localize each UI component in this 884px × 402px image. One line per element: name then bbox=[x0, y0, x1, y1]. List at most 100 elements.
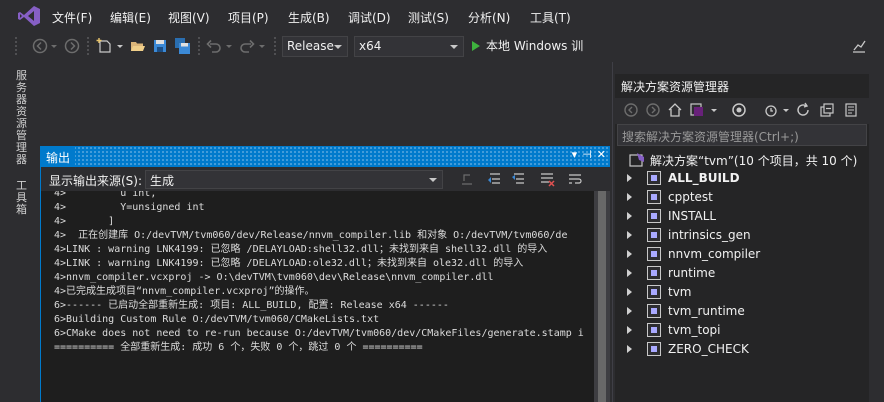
expand-arrow-icon[interactable] bbox=[627, 231, 632, 239]
menu-edit[interactable]: 编辑(E) bbox=[110, 9, 151, 26]
solution-label: 解决方案“tvm”(10 个项目，共 10 个) bbox=[650, 154, 858, 168]
run-label: 本地 Windows 训 bbox=[486, 39, 584, 53]
project-icon bbox=[647, 342, 661, 356]
project-node-cpptest[interactable]: cpptest bbox=[615, 188, 869, 207]
project-node-install[interactable]: INSTALL bbox=[615, 207, 869, 226]
solution-explorer-search-input[interactable]: 搜索解决方案资源管理器(Ctrl+;) bbox=[617, 124, 867, 146]
back-dropdown-icon[interactable] bbox=[49, 37, 59, 55]
properties-icon[interactable] bbox=[843, 102, 859, 118]
project-icon bbox=[647, 304, 661, 318]
project-node-tvm-topi[interactable]: tvm_topi bbox=[615, 321, 869, 340]
clear-all-icon[interactable] bbox=[539, 171, 555, 187]
undo-dropdown-icon[interactable] bbox=[224, 37, 234, 55]
panel-splitter[interactable] bbox=[612, 62, 613, 402]
output-text-area[interactable]: 4> u int, 4> Y=unsigned int 4> ] 4> 正在创建… bbox=[41, 191, 594, 402]
menu-debug[interactable]: 调试(D) bbox=[348, 9, 391, 26]
previous-message-icon[interactable] bbox=[487, 171, 503, 187]
open-icon[interactable] bbox=[129, 37, 147, 55]
project-icon bbox=[647, 171, 661, 185]
toolbar-grip[interactable] bbox=[273, 36, 277, 56]
save-all-icon[interactable] bbox=[173, 37, 191, 55]
toolbar-grip[interactable] bbox=[86, 36, 90, 56]
menu-tools[interactable]: 工具(T) bbox=[530, 9, 571, 26]
expand-arrow-icon[interactable] bbox=[627, 288, 632, 296]
menu-bar: 文件(F) 编辑(E) 视图(V) 项目(P) 生成(B) 调试(D) 测试(S… bbox=[0, 0, 884, 32]
project-icon bbox=[647, 285, 661, 299]
expand-arrow-icon[interactable] bbox=[627, 326, 632, 334]
menu-build[interactable]: 生成(B) bbox=[288, 9, 330, 26]
output-titlebar[interactable]: 输出 ▾ ⊣ ✕ bbox=[41, 146, 610, 167]
switch-views-dropdown-icon[interactable] bbox=[709, 102, 719, 118]
project-label: nnvm_compiler bbox=[668, 247, 761, 261]
find-message-icon[interactable] bbox=[459, 171, 475, 187]
project-node-tvm[interactable]: tvm bbox=[615, 283, 869, 302]
expand-arrow-icon[interactable] bbox=[627, 193, 632, 201]
server-explorer-tab[interactable]: 服务器资源管理器 bbox=[16, 70, 30, 166]
project-node-intrinsics-gen[interactable]: intrinsics_gen bbox=[615, 226, 869, 245]
window-position-icon[interactable]: ▾ bbox=[572, 148, 578, 161]
expand-arrow-icon[interactable] bbox=[627, 269, 632, 277]
menu-test[interactable]: 测试(S) bbox=[408, 9, 449, 26]
solution-tree: 解决方案“tvm”(10 个项目，共 10 个) ALL_BUILD cppte… bbox=[615, 148, 869, 402]
collapse-all-icon[interactable] bbox=[819, 102, 835, 118]
platform-select[interactable]: x64 bbox=[354, 36, 464, 57]
next-message-icon[interactable] bbox=[511, 171, 527, 187]
new-project-icon[interactable] bbox=[96, 37, 114, 55]
expand-arrow-icon[interactable] bbox=[627, 345, 632, 353]
new-dropdown-icon[interactable] bbox=[115, 37, 125, 55]
solution-explorer-scrollbar[interactable] bbox=[869, 74, 884, 402]
solution-node[interactable]: 解决方案“tvm”(10 个项目，共 10 个) bbox=[615, 150, 869, 169]
redo-dropdown-icon[interactable] bbox=[257, 37, 267, 55]
pending-dropdown-icon[interactable] bbox=[781, 102, 791, 118]
project-node-all-build[interactable]: ALL_BUILD bbox=[615, 169, 869, 188]
forward-icon[interactable] bbox=[63, 37, 81, 55]
expand-arrow-icon[interactable] bbox=[627, 212, 632, 220]
project-label: ALL_BUILD bbox=[668, 171, 740, 185]
start-debug-button[interactable]: 本地 Windows 训 bbox=[472, 37, 583, 57]
menu-view[interactable]: 视图(V) bbox=[168, 9, 210, 26]
menu-project[interactable]: 项目(P) bbox=[228, 9, 269, 26]
back-icon[interactable] bbox=[623, 102, 639, 118]
pin-icon[interactable]: ⊣ bbox=[582, 148, 592, 161]
toolbox-tab[interactable]: 工具箱 bbox=[16, 180, 30, 216]
expand-arrow-icon[interactable] bbox=[627, 250, 632, 258]
project-node-runtime[interactable]: runtime bbox=[615, 264, 869, 283]
menu-file[interactable]: 文件(F) bbox=[52, 9, 92, 26]
project-node-zero-check[interactable]: ZERO_CHECK bbox=[615, 340, 869, 359]
home-icon[interactable] bbox=[667, 102, 683, 118]
output-source-select[interactable]: 生成 bbox=[145, 170, 443, 189]
forward-icon[interactable] bbox=[645, 102, 661, 118]
project-label: tvm bbox=[668, 285, 692, 299]
pending-changes-icon[interactable] bbox=[763, 102, 779, 118]
refresh-icon[interactable] bbox=[795, 102, 811, 118]
configuration-value: Release bbox=[287, 39, 334, 53]
output-scrollbar[interactable] bbox=[594, 191, 610, 402]
editor-area bbox=[40, 62, 612, 146]
project-node-tvm-runtime[interactable]: tvm_runtime bbox=[615, 302, 869, 321]
expand-arrow-icon[interactable] bbox=[627, 174, 632, 182]
toolbar-grip[interactable] bbox=[197, 36, 201, 56]
project-icon bbox=[647, 190, 661, 204]
project-node-nnvm-compiler[interactable]: nnvm_compiler bbox=[615, 245, 869, 264]
solution-explorer-panel: 解决方案资源管理器 搜索解决方案资源管理器(Ctrl+;) 解决方案“tvm”(… bbox=[615, 74, 869, 402]
word-wrap-icon[interactable] bbox=[567, 171, 583, 187]
show-all-files-icon[interactable] bbox=[731, 102, 747, 118]
save-icon[interactable] bbox=[151, 37, 169, 55]
vs-logo-icon[interactable] bbox=[18, 6, 40, 26]
redo-icon[interactable] bbox=[238, 37, 256, 55]
toolbar-grip[interactable] bbox=[14, 36, 18, 56]
project-label: tvm_runtime bbox=[668, 304, 745, 318]
output-scrollbar-thumb[interactable] bbox=[598, 191, 606, 402]
feedback-icon[interactable] bbox=[850, 37, 868, 55]
configuration-select[interactable]: Release bbox=[282, 36, 348, 57]
project-icon bbox=[647, 266, 661, 280]
output-source-label: 显示输出来源(S): bbox=[49, 174, 143, 188]
project-icon bbox=[647, 323, 661, 337]
expand-arrow-icon[interactable] bbox=[627, 307, 632, 315]
close-icon[interactable]: ✕ bbox=[597, 148, 606, 161]
menu-analyze[interactable]: 分析(N) bbox=[468, 9, 510, 26]
switch-views-icon[interactable] bbox=[689, 102, 705, 118]
project-label: ZERO_CHECK bbox=[668, 342, 749, 356]
back-icon[interactable] bbox=[31, 37, 49, 55]
undo-icon[interactable] bbox=[205, 37, 223, 55]
